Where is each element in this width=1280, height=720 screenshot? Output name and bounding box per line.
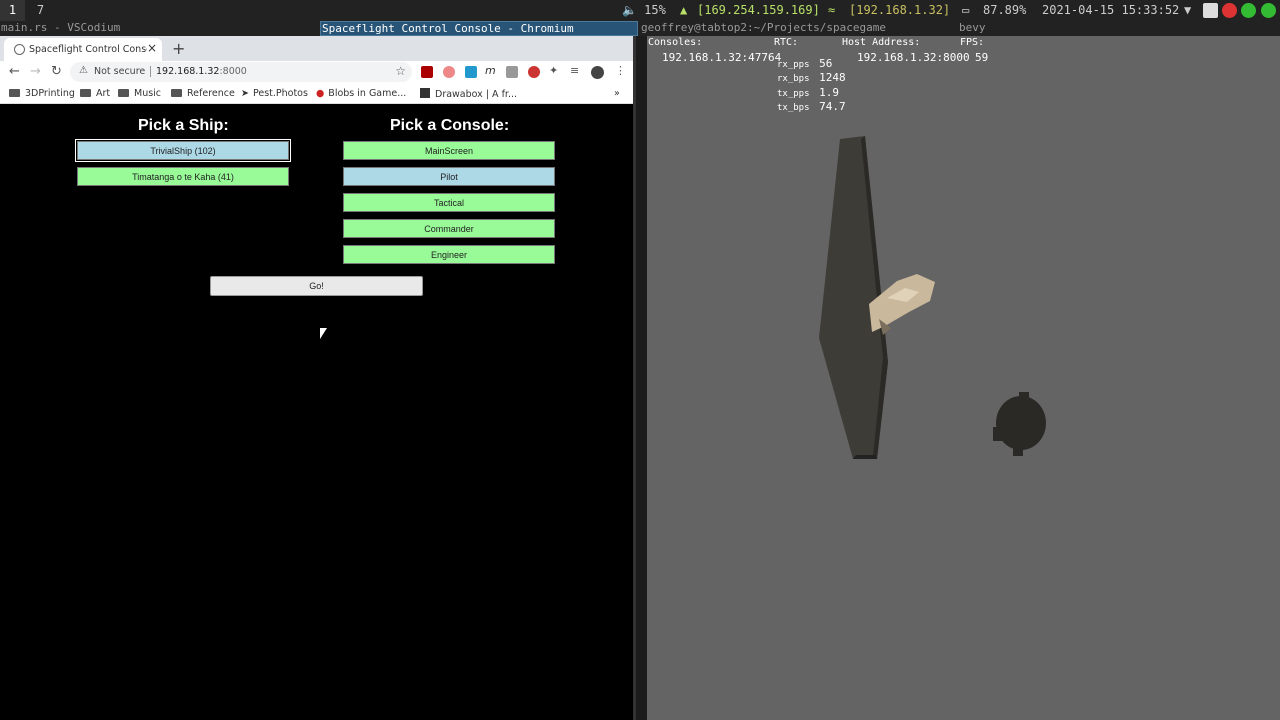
game-window-title[interactable]: bevy xyxy=(958,21,1280,36)
scene-render xyxy=(819,136,1046,459)
console-option-pilot[interactable]: Pilot xyxy=(343,167,555,186)
extension-badge-icon[interactable] xyxy=(465,66,477,78)
go-button[interactable]: Go! xyxy=(210,276,423,296)
record-extension-icon[interactable] xyxy=(528,66,540,78)
browser-window-title[interactable]: Spaceflight Control Console - Chromium xyxy=(320,21,638,36)
drawabox-icon xyxy=(420,88,430,98)
volume-indicator[interactable]: 🔈 15% xyxy=(622,0,666,21)
bookmark-art[interactable]: Art xyxy=(80,88,110,99)
puzzle-icon[interactable]: ✦ xyxy=(549,64,558,77)
globe-icon xyxy=(14,44,25,55)
asteroid-model xyxy=(993,392,1046,456)
cube-extension-icon[interactable] xyxy=(506,66,518,78)
clock: 2021-04-15 15:33:52 xyxy=(1042,3,1180,17)
forward-arrow-icon[interactable]: → xyxy=(30,64,41,79)
console-option-mainscreen[interactable]: MainScreen xyxy=(343,141,555,160)
new-tab-button[interactable]: + xyxy=(172,39,185,58)
console-heading: Pick a Console: xyxy=(390,117,510,134)
ublock-extension-icon[interactable] xyxy=(421,66,433,78)
console-option-engineer[interactable]: Engineer xyxy=(343,245,555,264)
security-label[interactable]: Not secure xyxy=(94,66,145,77)
address-bar[interactable]: ⚠ Not secure 192.168.1.32:8000 ☆ xyxy=(70,62,412,82)
console-option-tactical[interactable]: Tactical xyxy=(343,193,555,212)
workspace-7-button[interactable]: 7 xyxy=(28,0,53,21)
bookmark-label: Art xyxy=(96,88,111,99)
url-text[interactable]: 192.168.1.32:8000 xyxy=(156,66,247,77)
browser-window: Spaceflight Control Console × + ← → ↻ ⚠ … xyxy=(0,36,633,720)
vpn-icon: ▲ xyxy=(680,3,688,17)
window-divider[interactable] xyxy=(633,36,647,720)
back-arrow-icon[interactable]: ← xyxy=(9,64,20,79)
folder-icon xyxy=(9,89,20,97)
kebab-menu-icon[interactable]: ⋮ xyxy=(615,64,626,77)
bookmark-label: Drawabox | A fr... xyxy=(435,89,518,100)
bookmark-label: 3DPrinting xyxy=(25,88,75,99)
bookmark-label: Pest.Photos xyxy=(252,88,308,99)
bookmark-star-icon[interactable]: ☆ xyxy=(395,64,406,78)
warning-icon: ⚠ xyxy=(79,65,88,76)
bird-icon: ➤ xyxy=(241,88,249,99)
url-port: :8000 xyxy=(219,66,247,77)
close-tab-icon[interactable]: × xyxy=(147,41,157,55)
mouse-cursor xyxy=(320,328,327,339)
workspace-1-button[interactable]: 1 xyxy=(0,0,25,21)
bookmark-3dprinting[interactable]: 3DPrinting xyxy=(9,88,75,99)
bookmark-music[interactable]: Music xyxy=(118,88,161,99)
vpn-address: [169.254.159.169] xyxy=(697,3,820,17)
window-title-bar: main.rs - VSCodium Spaceflight Control C… xyxy=(0,21,1280,36)
bookmark-reference[interactable]: Reference xyxy=(171,88,235,99)
tray-check-icon[interactable] xyxy=(1241,3,1256,18)
battery-level: 87.89% xyxy=(983,3,1027,17)
folder-icon xyxy=(118,89,129,97)
folder-icon xyxy=(80,89,91,97)
game-viewport[interactable]: Consoles: 192.168.1.32:47764 RTC: rx_pps… xyxy=(647,36,1280,720)
editor-window-title[interactable]: main.rs - VSCodium xyxy=(0,21,320,36)
blob-icon: ● xyxy=(316,88,325,99)
wifi-icon: ≈ xyxy=(828,3,836,17)
bookmark-label: Blobs in Game... xyxy=(328,88,407,99)
bookmark-pest-photos[interactable]: ➤ Pest.Photos xyxy=(241,88,308,99)
profile-avatar-icon[interactable] xyxy=(591,66,604,79)
network-tray-icon[interactable]: ▼ xyxy=(1184,0,1191,21)
divider-bar xyxy=(633,36,636,720)
bookmark-label: Music xyxy=(134,88,162,99)
console-option-commander[interactable]: Commander xyxy=(343,219,555,238)
bookmark-blobs[interactable]: ● Blobs in Game... xyxy=(316,88,406,99)
bookmarks-bar: 3DPrinting Art Music Reference ➤ Pest.Pho… xyxy=(0,84,633,104)
browser-toolbar: ← → ↻ ⚠ Not secure 192.168.1.32:8000 ☆ m… xyxy=(0,61,633,84)
wifi-address: [192.168.1.32] xyxy=(849,3,951,17)
tray-update-icon[interactable] xyxy=(1261,3,1276,18)
tab-strip: Spaceflight Control Console × + xyxy=(0,36,633,61)
browser-tab[interactable]: Spaceflight Control Console × xyxy=(4,38,162,61)
eyedropper-extension-icon[interactable] xyxy=(443,66,455,78)
page-content: Pick a Ship: Pick a Console: TrivialShip… xyxy=(0,105,633,720)
folder-icon xyxy=(171,89,182,97)
bookmark-label: Reference xyxy=(187,88,235,99)
ship-option-trivialship[interactable]: TrivialShip (102) xyxy=(75,139,291,162)
reload-icon[interactable]: ↻ xyxy=(51,64,62,79)
bookmark-drawabox[interactable]: Drawabox | A fr... xyxy=(420,88,517,100)
terminal-window-title[interactable]: geoffrey@tabtop2:~/Projects/spacegame xyxy=(640,21,958,36)
tab-title: Spaceflight Control Console xyxy=(29,44,147,55)
battery-icon: ▭ xyxy=(962,3,970,17)
tray-app-icon[interactable] xyxy=(1203,3,1218,18)
address-separator xyxy=(150,66,151,77)
tray-alert-icon[interactable] xyxy=(1222,3,1237,18)
m-extension-icon[interactable]: m xyxy=(485,64,496,77)
system-status-bar: 1 7 🔈 15% ▲ [169.254.159.169] ≈ [192.168… xyxy=(0,0,1280,21)
url-host: 192.168.1.32 xyxy=(156,66,220,77)
ship-heading: Pick a Ship: xyxy=(138,117,229,134)
bookmarks-overflow-button[interactable]: » xyxy=(614,88,620,99)
media-queue-icon[interactable]: ≡ xyxy=(570,64,579,77)
ship-option-timatanga[interactable]: Timatanga o te Kaha (41) xyxy=(77,167,289,186)
